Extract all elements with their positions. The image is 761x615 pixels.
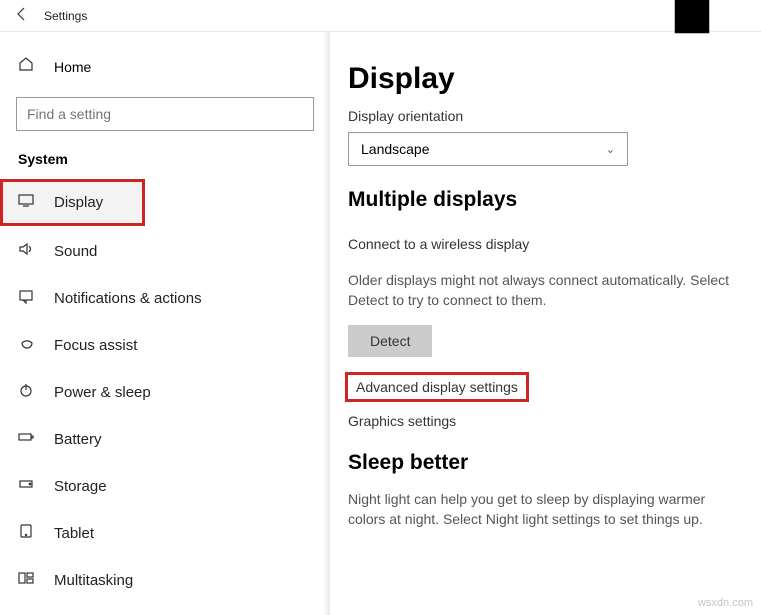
sidebar-item-battery[interactable]: Battery [0, 416, 330, 463]
back-icon[interactable] [14, 6, 30, 25]
detect-description: Older displays might not always connect … [348, 270, 738, 311]
sidebar-item-label: Focus assist [54, 337, 137, 354]
watermark: wsxdn.com [698, 597, 753, 609]
page-title: Display [348, 62, 743, 96]
power-icon [18, 382, 40, 403]
sidebar-item-notifications[interactable]: Notifications & actions [0, 275, 330, 322]
sidebar-item-label: Power & sleep [54, 384, 151, 401]
sidebar-item-label: Storage [54, 478, 107, 495]
sidebar-item-label: Sound [54, 243, 97, 260]
sleep-description: Night light can help you get to sleep by… [348, 489, 738, 530]
advanced-display-link[interactable]: Advanced display settings [348, 375, 526, 399]
sound-icon [18, 241, 40, 262]
sidebar-item-label: Battery [54, 431, 102, 448]
sidebar-item-power-sleep[interactable]: Power & sleep [0, 369, 330, 416]
storage-icon [18, 476, 40, 497]
close-button[interactable] [715, 0, 761, 32]
sidebar-item-display[interactable]: Display [0, 179, 145, 226]
titlebar: Settings [0, 0, 761, 32]
sidebar-item-focus-assist[interactable]: Focus assist [0, 322, 330, 369]
sleep-better-header: Sleep better [348, 451, 743, 475]
search-field[interactable] [27, 106, 303, 122]
home-icon [18, 56, 40, 77]
multiple-displays-header: Multiple displays [348, 188, 743, 212]
multitasking-icon [18, 570, 40, 591]
sidebar-item-storage[interactable]: Storage [0, 463, 330, 510]
sidebar-home[interactable]: Home [0, 46, 330, 87]
sidebar-home-label: Home [54, 59, 91, 75]
tablet-icon [18, 523, 40, 544]
display-icon [18, 192, 40, 213]
orientation-value: Landscape [361, 141, 430, 157]
sidebar-item-label: Display [54, 194, 103, 211]
sidebar-item-label: Tablet [54, 525, 94, 542]
window-controls [623, 0, 761, 32]
connect-wireless-link[interactable]: Connect to a wireless display [348, 236, 529, 252]
chevron-down-icon: ⌄ [606, 143, 615, 156]
sidebar: Home System Display Sound Notifications … [0, 32, 330, 615]
sidebar-item-tablet[interactable]: Tablet [0, 510, 330, 557]
window-title: Settings [44, 9, 87, 23]
detect-button[interactable]: Detect [348, 325, 432, 357]
sidebar-item-sound[interactable]: Sound [0, 228, 330, 275]
notifications-icon [18, 288, 40, 309]
maximize-button[interactable] [669, 0, 715, 32]
sidebar-item-label: Notifications & actions [54, 290, 202, 307]
sidebar-section-header: System [0, 151, 330, 177]
graphics-settings-link[interactable]: Graphics settings [348, 413, 743, 429]
orientation-label: Display orientation [348, 108, 743, 124]
focus-assist-icon [18, 335, 40, 356]
battery-icon [18, 429, 40, 450]
orientation-select[interactable]: Landscape ⌄ [348, 132, 628, 166]
search-input[interactable] [16, 97, 314, 131]
minimize-button[interactable] [623, 0, 669, 32]
content-area: Display Display orientation Landscape ⌄ … [330, 32, 761, 615]
sidebar-item-multitasking[interactable]: Multitasking [0, 557, 330, 604]
sidebar-item-label: Multitasking [54, 572, 133, 589]
